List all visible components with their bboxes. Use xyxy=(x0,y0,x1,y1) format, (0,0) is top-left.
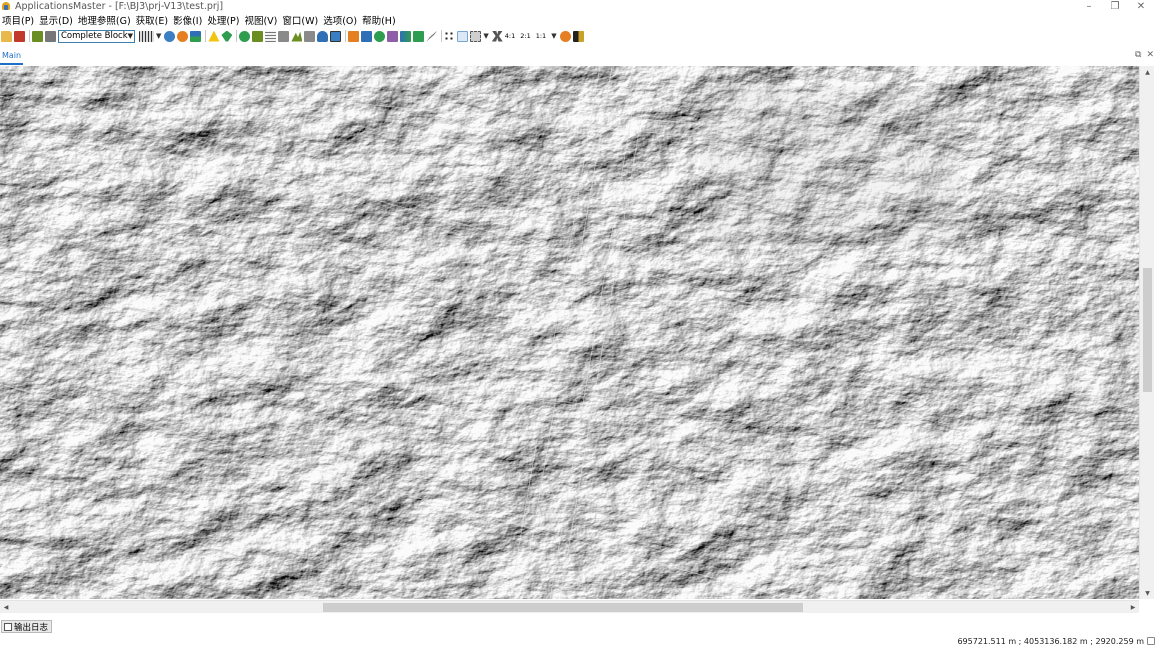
menu-image[interactable]: 影像(I) xyxy=(171,13,205,27)
close-tab-icon[interactable]: ✕ xyxy=(1146,50,1154,60)
menu-options[interactable]: 选项(O) xyxy=(321,13,360,27)
vertical-scroll-thumb[interactable] xyxy=(1143,268,1152,392)
grid-icon[interactable] xyxy=(139,30,154,42)
zoom-1-1-button[interactable]: 1:1 xyxy=(536,32,546,40)
chevron-down-icon[interactable]: ▼ xyxy=(551,32,556,40)
chevron-down-icon[interactable]: ▼ xyxy=(156,32,161,40)
image-view-icon[interactable] xyxy=(190,30,202,42)
toolbar-separator xyxy=(345,30,347,42)
edit-icon[interactable] xyxy=(32,30,43,42)
zoom-box-icon[interactable] xyxy=(470,30,482,42)
toolbar-separator xyxy=(441,30,443,42)
globe-icon[interactable] xyxy=(164,30,176,42)
menu-display[interactable]: 显示(D) xyxy=(37,13,76,27)
close-button[interactable]: ✕ xyxy=(1128,0,1154,13)
block-select-dropdown[interactable]: Complete Block ▼ xyxy=(58,29,135,43)
tool-icon[interactable] xyxy=(413,30,425,42)
brush-icon[interactable] xyxy=(426,30,438,42)
menu-window[interactable]: 窗口(W) xyxy=(280,13,321,27)
toolbar-separator xyxy=(205,30,207,42)
chevron-down-icon: ▼ xyxy=(127,32,134,40)
scroll-up-icon[interactable]: ▲ xyxy=(1140,66,1155,78)
coordinate-readout: 695721.511 m ; 4053136.182 m ; 2920.259 … xyxy=(957,637,1144,646)
horizontal-scrollbar[interactable]: ◀ ▶ xyxy=(0,600,1139,613)
menu-view[interactable]: 视图(V) xyxy=(242,13,280,27)
layer-orange-icon[interactable] xyxy=(177,30,189,42)
refresh-icon[interactable] xyxy=(374,30,386,42)
menu-project[interactable]: 项目(P) xyxy=(0,13,37,27)
export-icon[interactable] xyxy=(348,30,360,42)
toolbar-separator xyxy=(29,30,30,42)
zoom-2-1-button[interactable]: 2:1 xyxy=(520,32,530,40)
menu-georeference[interactable]: 地理参照(G) xyxy=(76,13,134,27)
scroll-left-icon[interactable]: ◀ xyxy=(0,601,12,614)
block-adjust-icon[interactable] xyxy=(278,30,290,42)
tab-main[interactable]: Main xyxy=(2,51,21,60)
log-window-icon xyxy=(4,622,12,631)
menu-acquire[interactable]: 获取(E) xyxy=(134,13,171,27)
warning-icon[interactable] xyxy=(208,30,220,42)
measure-icon[interactable] xyxy=(252,30,264,42)
menu-help[interactable]: 帮助(H) xyxy=(360,13,399,27)
color-balance-icon[interactable] xyxy=(400,30,412,42)
vertical-scrollbar[interactable]: ▲ ▼ xyxy=(1139,66,1154,599)
toolbar-separator xyxy=(236,30,238,42)
output-log-label: 输出日志 xyxy=(14,622,49,633)
image-viewport[interactable] xyxy=(0,66,1139,599)
cloud-icon[interactable] xyxy=(317,30,329,42)
satellite-image xyxy=(0,66,1139,599)
app-logo-icon xyxy=(1,1,11,12)
output-log-tab[interactable]: 输出日志 xyxy=(1,620,53,633)
float-window-icon[interactable]: ⧉ xyxy=(1135,50,1141,60)
settings-icon[interactable] xyxy=(559,30,571,42)
dem-icon[interactable] xyxy=(291,31,303,42)
title-bar: ApplicationsMaster - [F:\BJ3\prj-V13\tes… xyxy=(0,0,1158,13)
zoom-4-1-button[interactable]: 4:1 xyxy=(505,32,515,40)
scroll-down-icon[interactable]: ▼ xyxy=(1140,587,1155,599)
active-tab-indicator xyxy=(0,63,23,65)
tie-point-icon[interactable] xyxy=(239,30,251,42)
pan-hand-icon[interactable] xyxy=(457,30,469,42)
window-controls: – ❐ ✕ xyxy=(1076,0,1154,13)
urban-area xyxy=(700,86,960,246)
horizontal-scroll-thumb[interactable] xyxy=(323,603,803,612)
print-icon[interactable] xyxy=(45,30,56,42)
texture-layer xyxy=(0,66,1139,599)
restore-button[interactable]: ❐ xyxy=(1102,0,1128,13)
copy-coordinates-icon[interactable] xyxy=(1147,637,1155,645)
menu-process[interactable]: 处理(P) xyxy=(205,13,242,27)
block-select-value: Complete Block xyxy=(61,31,128,41)
menu-bar: 项目(P) 显示(D) 地理参照(G) 获取(E) 影像(I) 处理(P) 视图… xyxy=(0,13,1158,27)
main-toolbar: Complete Block ▼ ▼ ▼ 4:1 2:1 1:1 ▼ xyxy=(0,28,1158,44)
tab-controls: ⧉ ✕ xyxy=(1135,50,1154,60)
chevron-down-icon[interactable]: ▼ xyxy=(483,32,488,40)
zoom-extent-icon[interactable] xyxy=(444,30,456,42)
pin-icon[interactable] xyxy=(221,30,233,42)
scroll-right-icon[interactable]: ▶ xyxy=(1127,601,1139,614)
document-tab-strip: Main ⧉ ✕ xyxy=(0,48,1158,65)
import-icon[interactable] xyxy=(361,30,373,42)
window-title: ApplicationsMaster - [F:\BJ3\prj-V13\tes… xyxy=(15,1,224,12)
minimize-button[interactable]: – xyxy=(1076,0,1102,13)
status-bar: 695721.511 m ; 4053136.182 m ; 2920.259 … xyxy=(0,634,1158,648)
save-icon[interactable] xyxy=(14,30,25,42)
histogram-icon[interactable] xyxy=(572,30,584,42)
stack-icon[interactable] xyxy=(387,30,399,42)
mosaic-icon[interactable] xyxy=(330,30,342,42)
open-project-icon[interactable] xyxy=(1,30,12,42)
table-icon[interactable] xyxy=(265,30,277,42)
fit-view-icon[interactable] xyxy=(491,30,503,42)
orthophoto-icon[interactable] xyxy=(304,30,316,42)
